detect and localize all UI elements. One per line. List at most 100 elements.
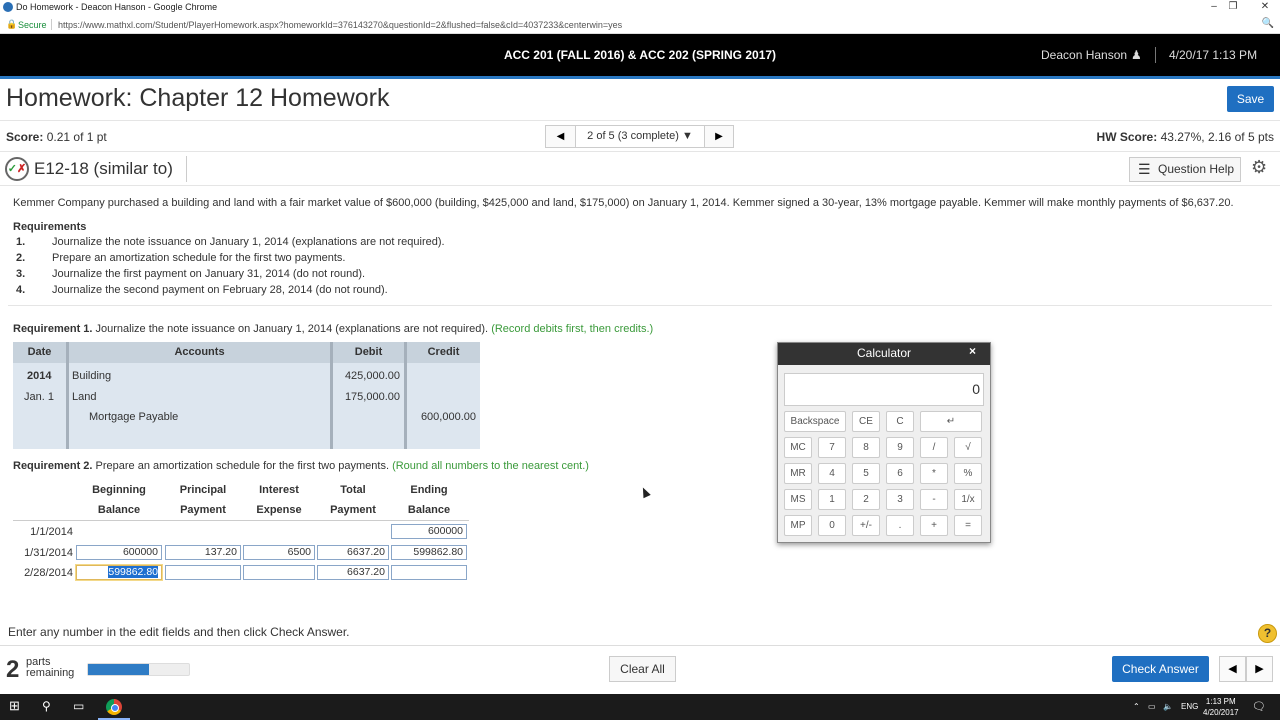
save-button[interactable]: Save: [1227, 86, 1274, 112]
beginning-balance-input[interactable]: 600000: [76, 545, 162, 560]
footer-instruction: Enter any number in the edit fields and …: [8, 625, 350, 639]
requirement-item: Journalize the first payment on January …: [52, 268, 366, 280]
col-header-date: Date: [13, 342, 66, 363]
clear-all-button[interactable]: Clear All: [609, 656, 676, 682]
ending-balance-input[interactable]: 599862.80: [391, 545, 467, 560]
calc-key-9[interactable]: 9: [886, 437, 914, 458]
journal-debit[interactable]: 175,000.00: [335, 391, 400, 403]
network-icon[interactable]: ▭: [1148, 702, 1156, 711]
question-header: ✓✗ E12-18 (similar to) ☰ Question Help: [0, 152, 1280, 186]
search-icon[interactable]: ⚲: [42, 699, 51, 713]
requirement-item: Journalize the note issuance on January …: [52, 236, 445, 248]
calc-key-equals[interactable]: =: [954, 515, 982, 536]
gear-icon[interactable]: ⚙: [1251, 157, 1267, 178]
calc-key-1[interactable]: 1: [818, 489, 846, 510]
journal-credit[interactable]: 600,000.00: [409, 411, 476, 423]
req2-instruction: Requirement 2. Prepare an amortization s…: [13, 460, 589, 472]
calc-key-mc[interactable]: MC: [784, 437, 812, 458]
calc-key-sqrt[interactable]: √: [954, 437, 982, 458]
col-header-principal: Principal Payment: [179, 484, 227, 516]
chrome-icon[interactable]: [106, 699, 122, 715]
col-header-total: Total Payment: [330, 484, 376, 516]
journal-debit[interactable]: 425,000.00: [335, 370, 400, 382]
calc-key-0[interactable]: 0: [818, 515, 846, 536]
taskbar-clock[interactable]: 1:13 PM 4/20/2017: [1203, 696, 1239, 718]
address-bar[interactable]: 🔒 Secure https://www.mathxl.com/Student/…: [0, 16, 1280, 34]
tray-chevron-up-icon[interactable]: ⌃: [1133, 702, 1140, 711]
col-header-interest: Interest Expense: [256, 484, 302, 516]
url-text[interactable]: https://www.mathxl.com/Student/PlayerHom…: [58, 20, 622, 30]
calc-key-2[interactable]: 2: [852, 489, 880, 510]
calculator-close-icon[interactable]: ×: [969, 344, 976, 358]
calc-key-ms[interactable]: MS: [784, 489, 812, 510]
window-title: Do Homework - Deacon Hanson - Google Chr…: [16, 2, 218, 12]
calc-key-reciprocal[interactable]: 1/x: [954, 489, 982, 510]
user-name[interactable]: Deacon Hanson: [1041, 48, 1127, 62]
calc-key-subtract[interactable]: -: [920, 489, 948, 510]
beginning-balance-input[interactable]: 599862.80: [76, 565, 162, 580]
calculator-title[interactable]: Calculator: [778, 343, 990, 365]
parts-remaining-count: 2: [6, 656, 20, 683]
ending-balance-input[interactable]: [391, 565, 467, 580]
check-answer-button[interactable]: Check Answer: [1112, 656, 1209, 682]
journal-account[interactable]: Land: [72, 391, 96, 403]
question-help-button[interactable]: ☰ Question Help: [1129, 157, 1241, 182]
previous-question-button[interactable]: ◀: [1219, 656, 1246, 682]
restore-button[interactable]: ❐: [1218, 1, 1248, 12]
course-header: ACC 201 (FALL 2016) & ACC 202 (SPRING 20…: [0, 34, 1280, 76]
req1-instruction: Requirement 1. Journalize the note issua…: [13, 323, 654, 335]
mathxl-favicon-icon: [3, 2, 13, 12]
calc-key-3[interactable]: 3: [886, 489, 914, 510]
next-question-button[interactable]: ▶: [704, 125, 734, 148]
calc-key-backspace[interactable]: Backspace: [784, 411, 846, 432]
calc-key-8[interactable]: 8: [852, 437, 880, 458]
notifications-icon[interactable]: 🗨: [1252, 700, 1266, 713]
calc-key-c[interactable]: C: [886, 411, 914, 432]
principal-payment-input[interactable]: 137.20: [165, 545, 241, 560]
col-header-accounts: Accounts: [69, 342, 330, 363]
col-header-ending: Ending Balance: [407, 484, 451, 516]
volume-icon[interactable]: 🔈: [1163, 702, 1173, 711]
journal-account[interactable]: Building: [72, 370, 111, 382]
windows-start-icon[interactable]: ⊞: [9, 698, 20, 714]
row-date: 1/1/2014: [30, 526, 73, 538]
col-header-credit: Credit: [407, 342, 480, 363]
calc-key-7[interactable]: 7: [818, 437, 846, 458]
calc-key-add[interactable]: +: [920, 515, 948, 536]
close-window-button[interactable]: ✕: [1250, 1, 1280, 12]
header-datetime: 4/20/17 1:13 PM: [1169, 48, 1258, 62]
interest-expense-input[interactable]: [243, 565, 315, 580]
user-icon[interactable]: ♟: [1131, 48, 1142, 62]
total-payment-input[interactable]: 6637.20: [317, 565, 389, 580]
calc-key-5[interactable]: 5: [852, 463, 880, 484]
col-header-beginning: Beginning Balance: [92, 484, 146, 516]
ending-balance-input[interactable]: 600000: [391, 524, 467, 539]
zoom-icon[interactable]: 🔍: [1262, 18, 1274, 29]
total-payment-input[interactable]: 6637.20: [317, 545, 389, 560]
next-question-button[interactable]: ▶: [1246, 656, 1273, 682]
interest-expense-input[interactable]: 6500: [243, 545, 315, 560]
question-selector[interactable]: 2 of 5 (3 complete) ▼: [575, 125, 705, 148]
journal-year: 2014: [27, 370, 52, 382]
help-question-icon[interactable]: ?: [1258, 624, 1277, 643]
calc-key-enter-icon[interactable]: ↵: [920, 411, 982, 432]
windows-taskbar: ⊞ ⚲ ▭ ⌃ ▭ 🔈 ENG 1:13 PM 4/20/2017 🗨: [0, 694, 1280, 720]
calc-key-mr[interactable]: MR: [784, 463, 812, 484]
score: Score: 0.21 of 1 pt: [6, 130, 107, 144]
calc-key-negate[interactable]: +/-: [852, 515, 880, 536]
language-indicator[interactable]: ENG: [1181, 702, 1198, 711]
calc-key-mp[interactable]: MP: [784, 515, 812, 536]
previous-question-button[interactable]: ◀: [545, 125, 576, 148]
calc-key-multiply[interactable]: *: [920, 463, 948, 484]
principal-payment-input[interactable]: [165, 565, 241, 580]
calc-key-4[interactable]: 4: [818, 463, 846, 484]
calc-key-ce[interactable]: CE: [852, 411, 880, 432]
calculator-window[interactable]: Calculator × 0 Backspace CE C ↵ MC 7 8 9…: [777, 342, 991, 543]
journal-account[interactable]: Mortgage Payable: [89, 411, 178, 423]
calc-key-decimal[interactable]: .: [886, 515, 914, 536]
calc-key-percent[interactable]: %: [954, 463, 982, 484]
calc-key-6[interactable]: 6: [886, 463, 914, 484]
calc-key-divide[interactable]: /: [920, 437, 948, 458]
header-accent-strip: [0, 76, 1280, 79]
task-view-icon[interactable]: ▭: [73, 699, 84, 713]
